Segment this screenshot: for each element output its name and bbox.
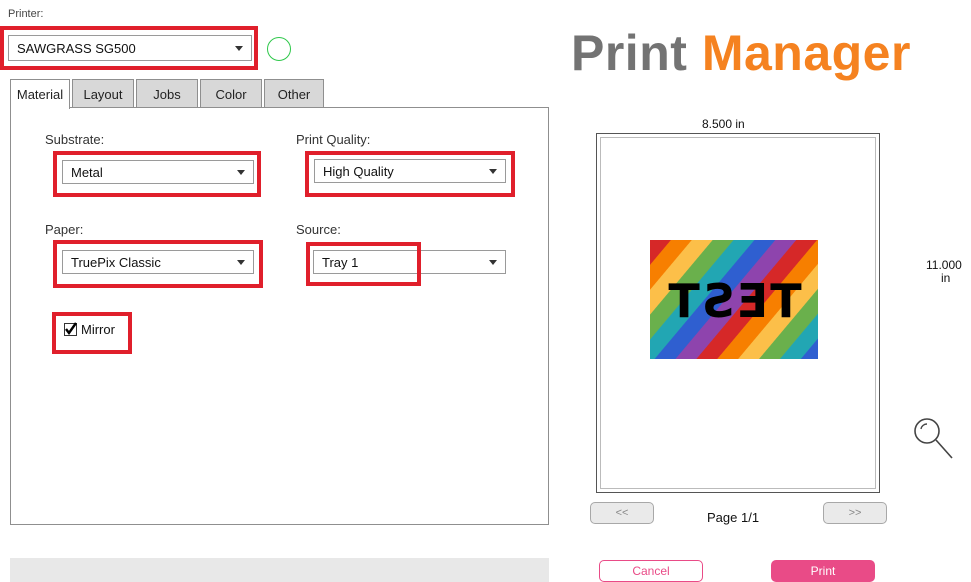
- source-highlight: [306, 242, 421, 286]
- substrate-select[interactable]: Metal: [62, 160, 254, 184]
- paper-select[interactable]: TruePix Classic: [62, 250, 254, 274]
- paper-label: Paper:: [45, 222, 84, 237]
- preview-height-value: 11.000: [926, 258, 962, 272]
- chevron-down-icon: [237, 260, 245, 265]
- paper-select-value: TruePix Classic: [71, 254, 161, 270]
- mirror-label: Mirror: [81, 322, 115, 337]
- chevron-down-icon: [237, 170, 245, 175]
- printer-status-icon: [267, 37, 291, 61]
- preview-width-label: 8.500 in: [702, 117, 745, 131]
- preview-image-text: TEST: [666, 274, 802, 328]
- print-button[interactable]: Print: [771, 560, 875, 582]
- tab-material[interactable]: Material: [10, 79, 70, 109]
- cancel-button[interactable]: Cancel: [599, 560, 703, 582]
- substrate-label: Substrate:: [45, 132, 105, 147]
- print-quality-select-value: High Quality: [323, 163, 394, 179]
- zoom-icon[interactable]: [910, 416, 956, 462]
- print-quality-select[interactable]: High Quality: [314, 159, 506, 183]
- printer-select[interactable]: SAWGRASS SG500: [8, 35, 252, 61]
- preview-height-unit: in: [941, 271, 951, 285]
- tab-other[interactable]: Other: [264, 79, 324, 108]
- app-title-manager: Manager: [701, 25, 911, 81]
- app-title: Print Manager: [571, 24, 911, 82]
- tab-layout[interactable]: Layout: [72, 79, 134, 108]
- printer-label: Printer:: [8, 8, 44, 20]
- printer-select-value: SAWGRASS SG500: [17, 40, 136, 56]
- page-indicator: Page 1/1: [707, 510, 760, 525]
- source-label: Source:: [296, 222, 341, 237]
- chevron-down-icon: [235, 46, 243, 51]
- next-page-button[interactable]: >>: [823, 502, 887, 524]
- preview-image: TEST: [650, 240, 818, 359]
- status-bar: [10, 558, 549, 582]
- print-quality-label: Print Quality:: [296, 132, 371, 147]
- prev-page-button[interactable]: <<: [590, 502, 654, 524]
- chevron-down-icon: [489, 169, 497, 174]
- checkmark-icon: [64, 322, 77, 336]
- substrate-select-value: Metal: [71, 164, 103, 180]
- mirror-checkbox[interactable]: Mirror: [64, 322, 115, 337]
- tab-jobs[interactable]: Jobs: [136, 79, 198, 108]
- app-title-print: Print: [571, 25, 688, 81]
- chevron-down-icon: [489, 260, 497, 265]
- tab-color[interactable]: Color: [200, 79, 262, 108]
